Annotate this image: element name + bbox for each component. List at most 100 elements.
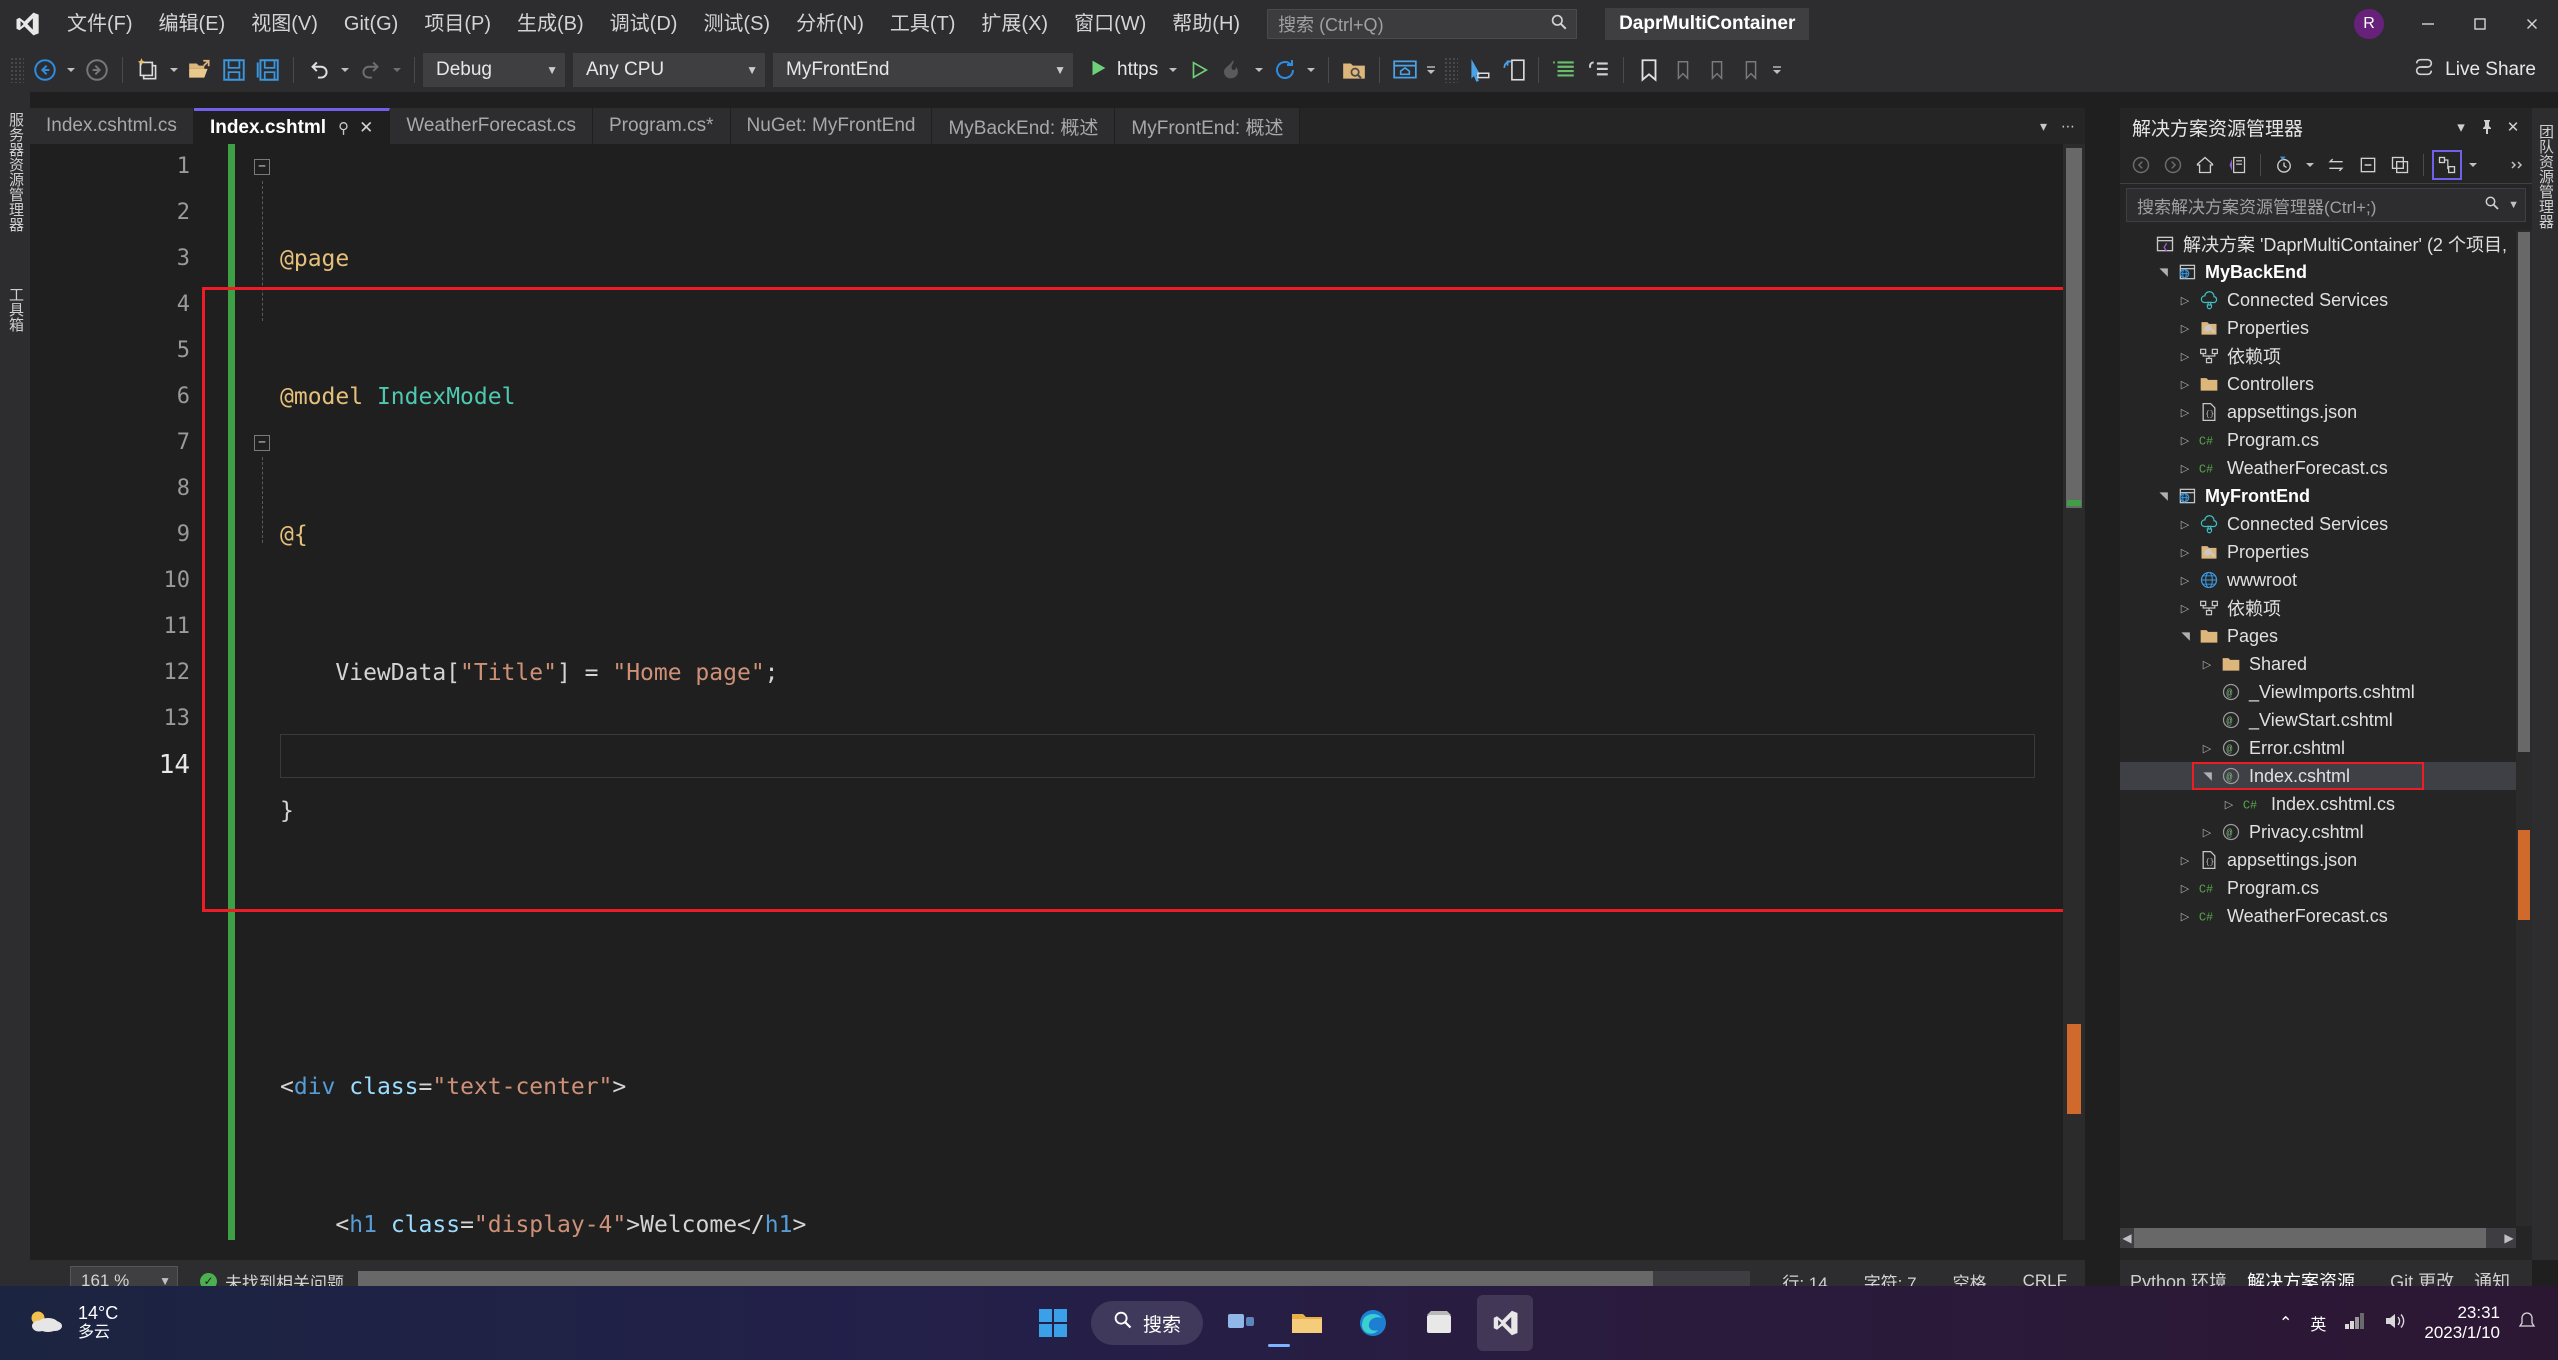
editor-scroll-thumb[interactable] (2066, 148, 2082, 508)
twisty-collapsed-icon[interactable]: ▷ (2174, 406, 2196, 419)
close-icon[interactable]: ✕ (2500, 112, 2526, 142)
tree-item-index-cshtml[interactable]: ◢ @ Index.cshtml (2120, 762, 2516, 790)
pin-icon[interactable] (2474, 112, 2500, 142)
global-search-box[interactable]: 搜索 (Ctrl+Q) (1267, 9, 1578, 39)
menu-tools[interactable]: 工具(T) (877, 0, 969, 48)
twisty-collapsed-icon[interactable]: ▷ (2174, 574, 2196, 587)
tree-item-program-cs[interactable]: ▷ C# Program.cs (2120, 874, 2516, 902)
scroll-left-arrow-icon[interactable]: ◀ (2120, 1228, 2134, 1248)
language-indicator[interactable]: 英 (2310, 1311, 2326, 1335)
clock-widget[interactable]: 23:31 2023/1/10 (2424, 1303, 2500, 1344)
twisty-collapsed-icon[interactable]: ▷ (2174, 854, 2196, 867)
tree-item-appsettings-json[interactable]: ▷ {} appsettings.json (2120, 398, 2516, 426)
tree-item-appsettings-json[interactable]: ▷ {} appsettings.json (2120, 846, 2516, 874)
maximize-button[interactable] (2454, 0, 2506, 48)
pending-changes-filter-icon[interactable] (2269, 150, 2299, 180)
tree-item-pages[interactable]: ◢ Pages (2120, 622, 2516, 650)
tree-item-viewstart-cshtml[interactable]: @ _ViewStart.cshtml (2120, 706, 2516, 734)
se-hscroll-thumb[interactable] (2134, 1228, 2486, 1248)
solution-explorer-tree[interactable]: 解决方案 'DaprMultiContainer' (2 个项目, ◢ MyBack… (2120, 230, 2516, 1226)
toolbar-grip-handle[interactable] (1444, 57, 1459, 83)
tree-item-mybackend[interactable]: ◢ MyBackEnd (2120, 258, 2516, 286)
taskview-icon[interactable] (1213, 1295, 1269, 1351)
tab-nuget-myfrontend[interactable]: NuGet: MyFrontEnd (730, 108, 933, 144)
code-editor[interactable]: 1 2 3 4 5 6 7 8 9 10 11 12 13 14 − − @pa… (30, 144, 2085, 1360)
toolbar-overflow-icon[interactable] (1768, 53, 1786, 87)
tree-item-weatherforecast-cs[interactable]: ▷ C# WeatherForecast.cs (2120, 902, 2516, 930)
tree-item-properties[interactable]: ▷ Properties (2120, 314, 2516, 342)
live-share-button[interactable]: Live Share (2413, 56, 2536, 84)
solution-name-chip[interactable]: DaprMultiContainer (1605, 8, 1810, 40)
tree-item-myfrontend[interactable]: ◢ MyFrontEnd (2120, 482, 2516, 510)
server-explorer-vertical-tab[interactable]: 服务器资源管理器 (4, 112, 26, 232)
start-without-debugging-icon[interactable] (1182, 53, 1216, 87)
close-button[interactable] (2506, 0, 2558, 48)
start-icon[interactable] (1025, 1295, 1081, 1351)
notification-center-icon[interactable] (2518, 1311, 2536, 1336)
new-project-dropdown-icon[interactable] (165, 53, 183, 87)
twisty-collapsed-icon[interactable]: ▷ (2174, 350, 2196, 363)
solution-explorer-vertical-scrollbar[interactable] (2516, 230, 2532, 1226)
toolbar-grip-handle[interactable] (10, 57, 24, 83)
format-document-icon[interactable] (1547, 53, 1581, 87)
tree-item-index-cshtml-cs[interactable]: ▷ C# Index.cshtml.cs (2120, 790, 2516, 818)
save-icon[interactable] (217, 53, 251, 87)
tree-item-shared[interactable]: ▷ Shared (2120, 650, 2516, 678)
twisty-expanded-icon[interactable]: ◢ (2201, 765, 2214, 787)
twisty-collapsed-icon[interactable]: ▷ (2174, 434, 2196, 447)
next-bookmark-icon[interactable] (1700, 53, 1734, 87)
home-icon[interactable] (2190, 150, 2220, 180)
run-profile-dropdown-icon[interactable] (1164, 53, 1182, 87)
editor-vertical-scrollbar[interactable] (2063, 144, 2085, 1240)
code-text[interactable]: @page @model IndexModel @{ ViewData["Tit… (280, 144, 2063, 1360)
tab-myfrontend-overview[interactable]: MyFrontEnd: 概述 (1115, 108, 1301, 144)
tree-item-connected-services[interactable]: ▷ Connected Services (2120, 286, 2516, 314)
minimize-button[interactable] (2402, 0, 2454, 48)
new-project-icon[interactable] (131, 53, 165, 87)
clear-bookmarks-icon[interactable] (1734, 53, 1768, 87)
tree-item-viewimports-cshtml[interactable]: @ _ViewImports.cshtml (2120, 678, 2516, 706)
vscode-icon[interactable] (1267, 1295, 1534, 1351)
twisty-collapsed-icon[interactable]: ▷ (2174, 910, 2196, 923)
tree-item-properties[interactable]: ▷ Properties (2120, 538, 2516, 566)
back-icon[interactable] (2126, 150, 2156, 180)
tree-item-connected-services[interactable]: ▷ Connected Services (2120, 510, 2516, 538)
menu-window[interactable]: 窗口(W) (1061, 0, 1159, 48)
tab-more-icon[interactable]: ⋯ (2061, 118, 2075, 135)
account-avatar[interactable]: R (2354, 9, 2384, 39)
twisty-collapsed-icon[interactable]: ▷ (2218, 798, 2240, 811)
twisty-expanded-icon[interactable]: ◢ (2157, 485, 2170, 507)
restart-icon[interactable] (1268, 53, 1302, 87)
tree-item-privacy-cshtml[interactable]: ▷ @ Privacy.cshtml (2120, 818, 2516, 846)
hot-reload-icon[interactable] (1216, 53, 1250, 87)
tab-index-cshtml-cs[interactable]: Index.cshtml.cs (30, 108, 194, 144)
previous-bookmark-icon[interactable] (1666, 53, 1700, 87)
twisty-collapsed-icon[interactable]: ▷ (2196, 658, 2218, 671)
sync-with-active-document-icon[interactable] (2321, 150, 2351, 180)
configuration-combo[interactable]: Debug ▼ (423, 53, 565, 87)
layout-dropdown-icon[interactable] (1422, 53, 1440, 87)
menu-project[interactable]: 项目(P) (411, 0, 504, 48)
collapse-all-icon[interactable] (2353, 150, 2383, 180)
menu-git[interactable]: Git(G) (331, 0, 411, 48)
menu-debug[interactable]: 调试(D) (597, 0, 691, 48)
se-vscroll-thumb[interactable] (2518, 232, 2530, 752)
menu-test[interactable]: 测试(S) (690, 0, 783, 48)
menu-help[interactable]: 帮助(H) (1159, 0, 1253, 48)
show-all-files-icon[interactable] (2385, 150, 2415, 180)
reattach-process-icon[interactable] (1496, 53, 1530, 87)
menu-build[interactable]: 生成(B) (504, 0, 597, 48)
pin-icon[interactable]: ⚲ (338, 119, 349, 137)
tree-item-weatherforecast-cs[interactable]: ▷ C# WeatherForecast.cs (2120, 454, 2516, 482)
taskbar-search-box[interactable]: 搜索 (1090, 1301, 1204, 1345)
menu-file[interactable]: 文件(F) (54, 0, 146, 48)
twisty-collapsed-icon[interactable]: ▷ (2196, 742, 2218, 755)
outlining-collapse-div[interactable]: − (254, 159, 270, 175)
tree-item-[interactable]: ▷ 依赖项 (2120, 594, 2516, 622)
solution-explorer-horizontal-scrollbar[interactable]: ◀ ▶ (2120, 1228, 2516, 1248)
tab-mybackend-overview[interactable]: MyBackEnd: 概述 (932, 108, 1116, 144)
startup-project-combo[interactable]: MyFrontEnd ▼ (773, 53, 1073, 87)
pointer-select-icon[interactable] (1462, 53, 1496, 87)
twisty-collapsed-icon[interactable]: ▷ (2174, 602, 2196, 615)
network-icon[interactable] (2344, 1311, 2366, 1336)
